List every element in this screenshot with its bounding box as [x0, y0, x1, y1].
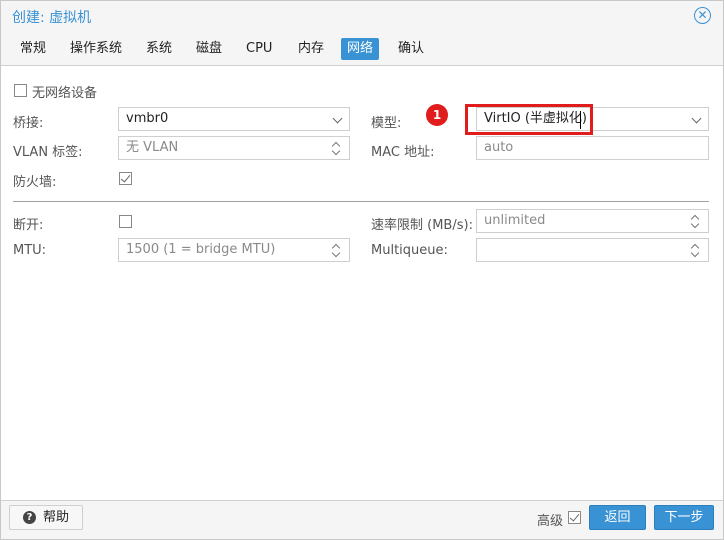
chevron-down-icon [332, 113, 343, 124]
text-cursor [580, 111, 581, 129]
vlan-value: 无 VLAN [126, 140, 179, 155]
tab-cpu[interactable]: CPU [242, 38, 276, 60]
vlan-label: VLAN 标签: [13, 145, 83, 160]
mtu-value: 1500 (1 = bridge MTU) [126, 242, 276, 257]
dialog-footer: ? 帮助 高级 返回 下一步 [1, 500, 723, 539]
wizard-tabs: 常规 操作系统 系统 磁盘 CPU 内存 网络 确认 [1, 31, 723, 66]
tab-os[interactable]: 操作系统 [66, 38, 126, 60]
advanced-label: 高级 [537, 514, 564, 529]
firewall-checkbox[interactable] [119, 172, 132, 185]
question-circle-icon: ? [23, 511, 36, 524]
multiqueue-label: Multiqueue: [371, 243, 448, 258]
help-button[interactable]: ? 帮助 [9, 505, 83, 530]
create-vm-dialog: 创建: 虚拟机 ✕ 常规 操作系统 系统 磁盘 CPU 内存 网络 确认 无网络… [0, 0, 724, 540]
section-divider [13, 201, 709, 202]
spinner-icon[interactable] [690, 213, 701, 229]
mtu-field[interactable]: 1500 (1 = bridge MTU) [118, 238, 350, 262]
tab-memory[interactable]: 内存 [294, 38, 328, 60]
bridge-select[interactable]: vmbr0 [118, 107, 350, 131]
tab-network[interactable]: 网络 [341, 38, 380, 60]
disconnect-checkbox[interactable] [119, 215, 132, 228]
annotation-highlight-box [465, 104, 593, 135]
spinner-icon[interactable] [331, 140, 342, 156]
bridge-label: 桥接: [13, 116, 44, 131]
disconnect-label: 断开: [13, 218, 44, 233]
mtu-label: MTU: [13, 243, 47, 258]
tab-general[interactable]: 常规 [16, 38, 50, 60]
chevron-down-icon [691, 113, 702, 124]
vlan-field[interactable]: 无 VLAN [118, 136, 350, 160]
tab-system[interactable]: 系统 [142, 38, 176, 60]
mac-value: auto [484, 140, 514, 155]
spinner-icon[interactable] [690, 242, 701, 258]
dialog-title: 创建: 虚拟机 [12, 10, 92, 26]
rate-limit-value: unlimited [484, 213, 546, 228]
mac-label: MAC 地址: [371, 145, 435, 160]
bridge-value: vmbr0 [126, 111, 169, 126]
annotation-marker: 1 [426, 104, 448, 126]
firewall-label: 防火墙: [13, 175, 57, 190]
tab-disk[interactable]: 磁盘 [192, 38, 226, 60]
rate-limit-label: 速率限制 (MB/s): [371, 218, 473, 233]
network-form: 无网络设备 桥接: vmbr0 VLAN 标签: 无 VLAN 防火墙: 模型:… [1, 67, 723, 500]
tab-confirm[interactable]: 确认 [394, 38, 428, 60]
multiqueue-field[interactable] [476, 238, 709, 262]
close-icon[interactable]: ✕ [694, 7, 711, 24]
spinner-icon[interactable] [331, 242, 342, 258]
back-button[interactable]: 返回 [589, 505, 646, 530]
advanced-checkbox[interactable] [568, 511, 581, 524]
dialog-titlebar: 创建: 虚拟机 ✕ [1, 1, 723, 31]
next-button[interactable]: 下一步 [654, 505, 714, 530]
no-network-checkbox[interactable] [14, 84, 27, 97]
model-label: 模型: [371, 116, 402, 131]
no-network-label: 无网络设备 [32, 86, 98, 101]
mac-field[interactable]: auto [476, 136, 709, 160]
rate-limit-field[interactable]: unlimited [476, 209, 709, 233]
help-label: 帮助 [43, 510, 70, 525]
